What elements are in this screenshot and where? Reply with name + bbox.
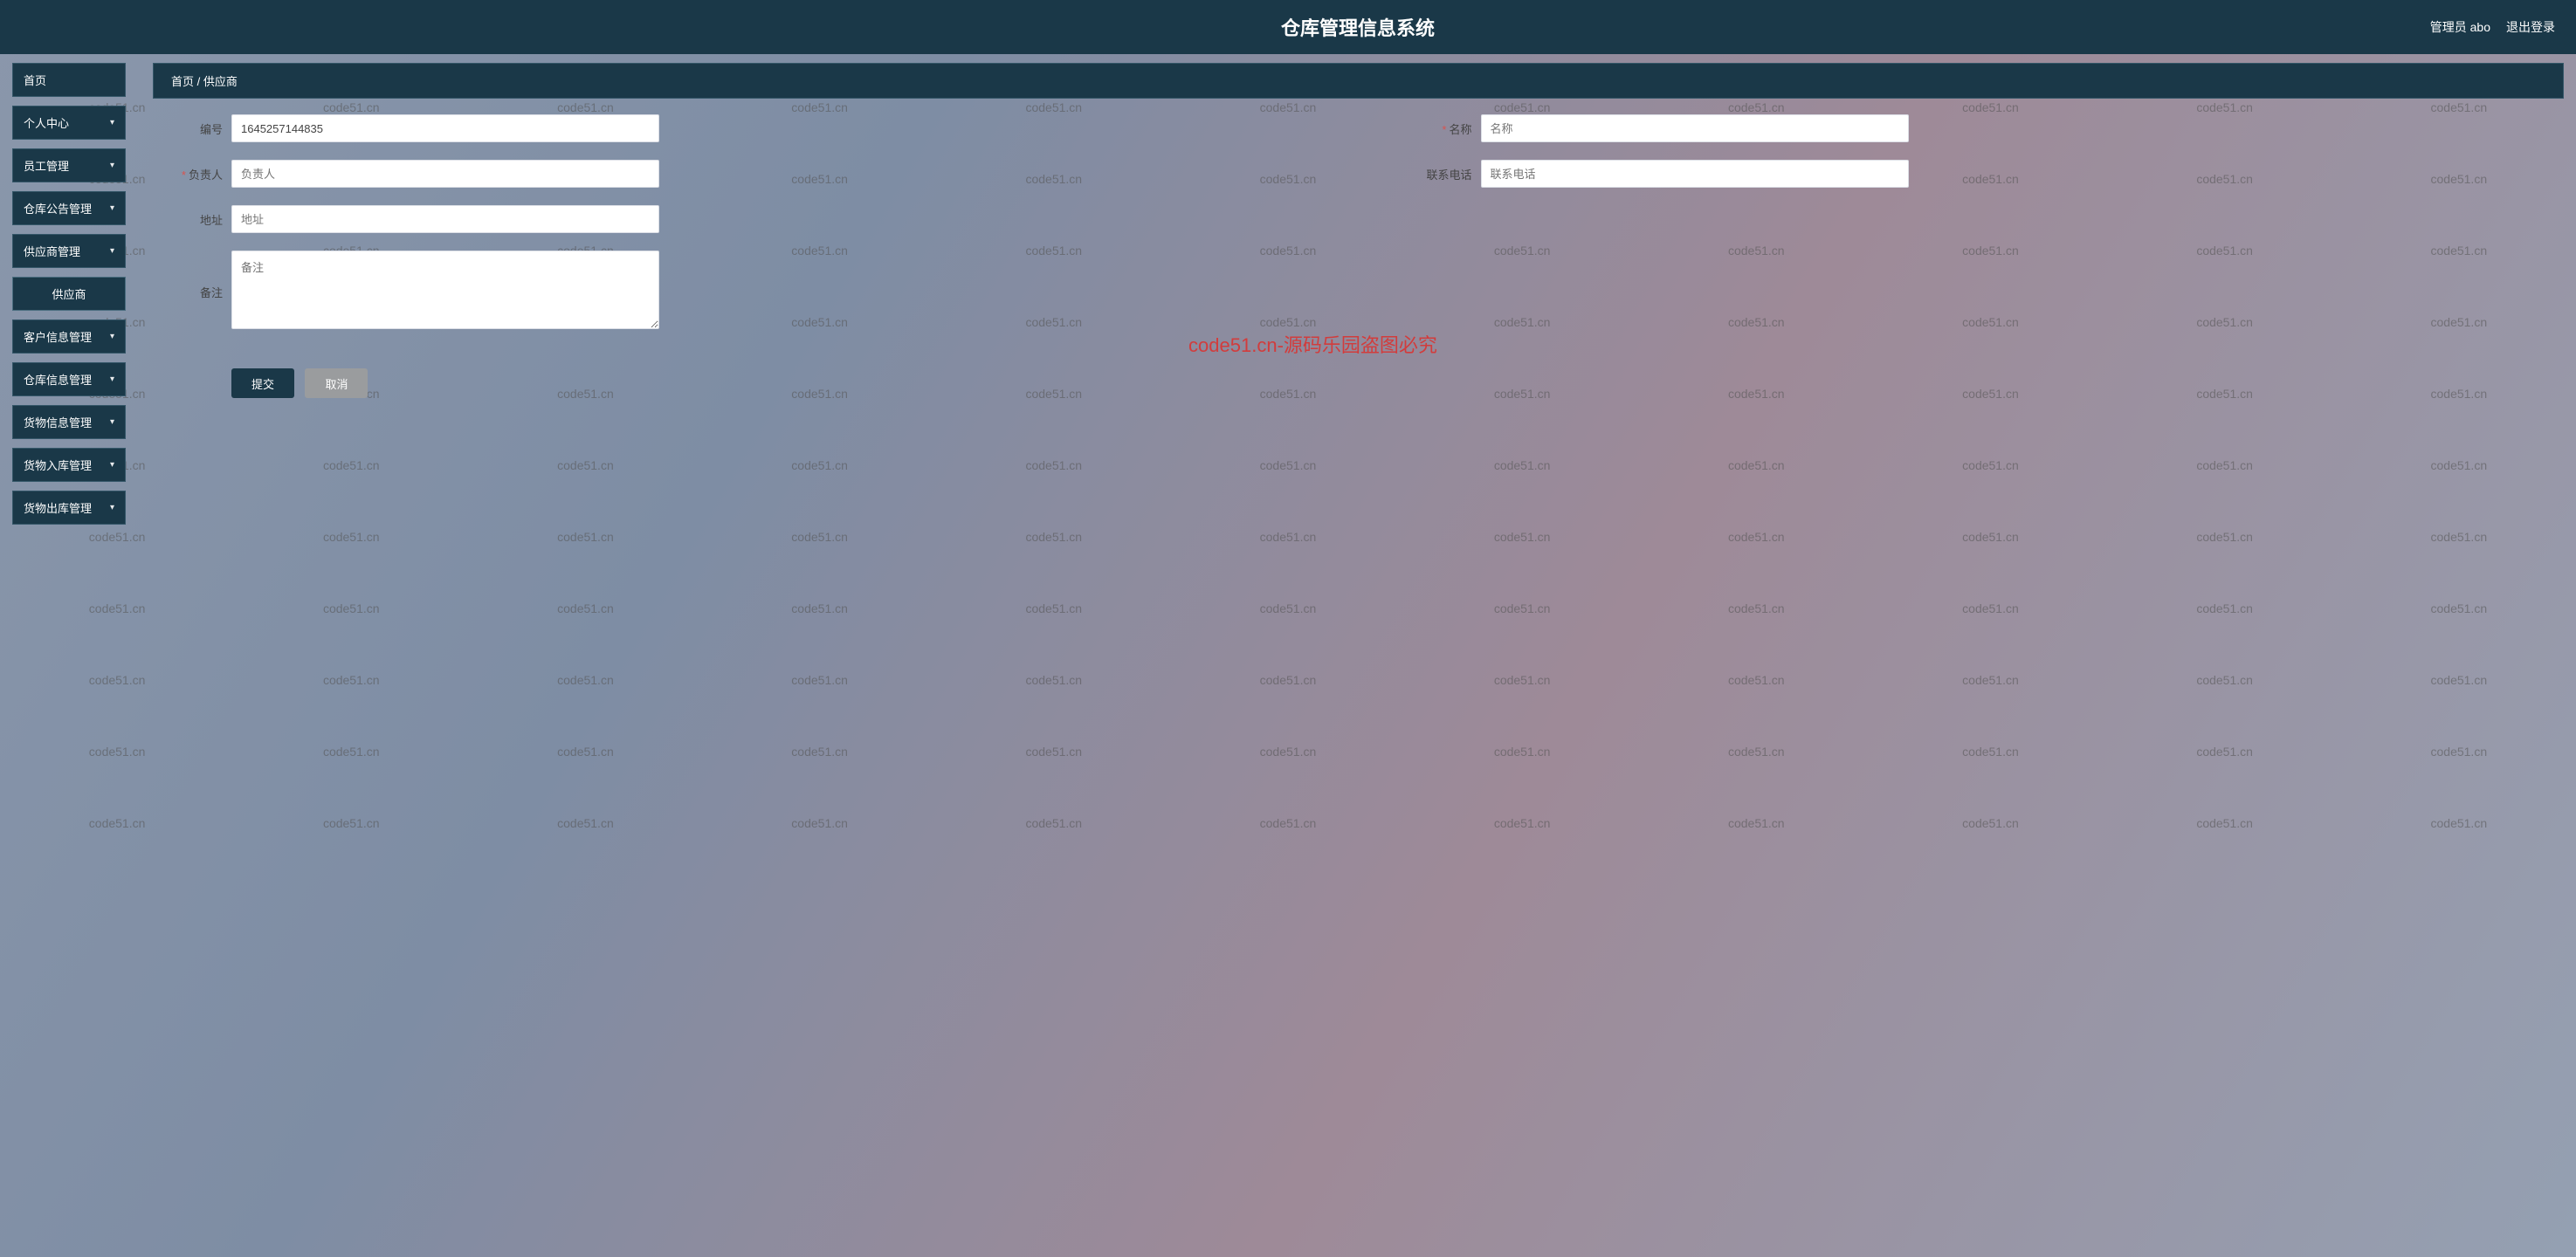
row-phone: 联系电话 xyxy=(1411,160,2556,188)
main-content: 首页 / 供应商 编号 名称 负责人 联系电话 xyxy=(153,63,2564,1245)
current-user-label[interactable]: 管理员 abo xyxy=(2430,18,2490,36)
chevron-down-icon: ▾ xyxy=(110,203,114,213)
breadcrumb-current: 供应商 xyxy=(203,75,238,88)
row-name: 名称 xyxy=(1411,114,2556,142)
owner-label: 负责人 xyxy=(162,166,231,182)
name-label: 名称 xyxy=(1411,120,1481,137)
header-right: 管理员 abo 退出登录 xyxy=(2430,0,2555,54)
chevron-down-icon: ▾ xyxy=(110,503,114,512)
sidebar-item-3[interactable]: 仓库公告管理 ▾ xyxy=(12,191,126,225)
row-owner: 负责人 xyxy=(162,160,1306,188)
cancel-button[interactable]: 取消 xyxy=(305,368,368,398)
sidebar-item-4[interactable]: 供应商管理 ▾ xyxy=(12,234,126,268)
sidebar-item-label: 首页 xyxy=(24,72,46,88)
breadcrumb: 首页 / 供应商 xyxy=(153,63,2564,99)
addr-input[interactable] xyxy=(231,205,659,233)
owner-input[interactable] xyxy=(231,160,659,188)
sidebar-item-label: 客户信息管理 xyxy=(24,328,92,345)
app-title: 仓库管理信息系统 xyxy=(0,13,2576,41)
submit-button[interactable]: 提交 xyxy=(231,368,294,398)
logout-link[interactable]: 退出登录 xyxy=(2506,18,2555,36)
remark-label: 备注 xyxy=(162,284,231,300)
sidebar-item-6[interactable]: 客户信息管理 ▾ xyxy=(12,319,126,354)
no-input[interactable] xyxy=(231,114,659,142)
remark-textarea[interactable] xyxy=(231,251,659,329)
sidebar-item-label: 货物信息管理 xyxy=(24,414,92,430)
no-label: 编号 xyxy=(162,120,231,137)
breadcrumb-sep: / xyxy=(197,75,201,88)
sidebar-item-label: 仓库公告管理 xyxy=(24,200,92,216)
sidebar-item-label: 个人中心 xyxy=(24,114,69,131)
name-input[interactable] xyxy=(1481,114,1909,142)
chevron-down-icon: ▾ xyxy=(110,460,114,470)
app-header: 仓库管理信息系统 管理员 abo 退出登录 xyxy=(0,0,2576,54)
addr-label: 地址 xyxy=(162,211,231,228)
chevron-down-icon: ▾ xyxy=(110,246,114,256)
row-no: 编号 xyxy=(162,114,1306,142)
phone-input[interactable] xyxy=(1481,160,1909,188)
sidebar-item-label: 员工管理 xyxy=(24,157,69,174)
sidebar-item-9[interactable]: 货物入库管理 ▾ xyxy=(12,448,126,482)
sidebar-item-label: 仓库信息管理 xyxy=(24,371,92,388)
chevron-down-icon: ▾ xyxy=(110,374,114,384)
watermark-small: code51.cn xyxy=(89,644,146,716)
sidebar-item-0[interactable]: 首页 xyxy=(12,63,126,97)
sidebar-nav: 首页个人中心▾员工管理▾仓库公告管理▾供应商管理▾供应商客户信息管理▾仓库信息管… xyxy=(12,63,126,533)
sidebar-item-8[interactable]: 货物信息管理 ▾ xyxy=(12,405,126,439)
sidebar-item-2[interactable]: 员工管理 ▾ xyxy=(12,148,126,182)
sidebar-item-label: 供应商管理 xyxy=(24,243,80,259)
watermark-small: code51.cn xyxy=(89,787,146,859)
chevron-down-icon: ▾ xyxy=(110,161,114,170)
chevron-down-icon: ▾ xyxy=(110,332,114,341)
chevron-down-icon: ▾ xyxy=(110,118,114,127)
breadcrumb-home[interactable]: 首页 xyxy=(171,75,194,88)
supplier-form: 编号 名称 负责人 联系电话 地址 xyxy=(153,114,2564,398)
phone-label: 联系电话 xyxy=(1411,166,1481,182)
watermark-small: code51.cn xyxy=(89,573,146,644)
row-remark: 备注 xyxy=(162,251,1306,333)
form-actions: 提交 取消 xyxy=(162,368,2555,398)
sidebar-item-7[interactable]: 仓库信息管理 ▾ xyxy=(12,362,126,396)
chevron-down-icon: ▾ xyxy=(110,417,114,427)
row-addr: 地址 xyxy=(162,205,1306,233)
sidebar-item-label: 供应商 xyxy=(52,285,86,302)
sidebar-item-1[interactable]: 个人中心 ▾ xyxy=(12,106,126,140)
sidebar-item-label: 货物入库管理 xyxy=(24,457,92,473)
sidebar-item-label: 货物出库管理 xyxy=(24,499,92,516)
watermark-small: code51.cn xyxy=(89,716,146,787)
sidebar-item-10[interactable]: 货物出库管理 ▾ xyxy=(12,491,126,525)
sidebar-item-5[interactable]: 供应商 xyxy=(12,277,126,311)
